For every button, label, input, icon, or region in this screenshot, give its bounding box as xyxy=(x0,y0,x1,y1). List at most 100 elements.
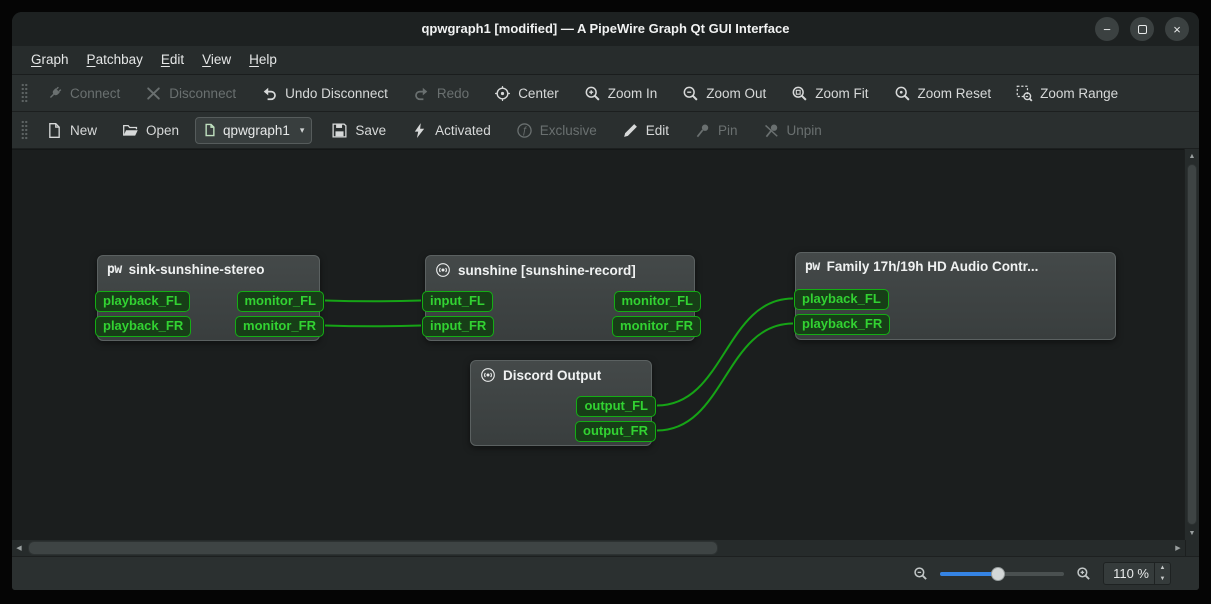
lightning-bolt-icon xyxy=(414,122,425,138)
node-header: pw sink-sunshine-stereo xyxy=(98,256,319,279)
center-button[interactable]: Center xyxy=(485,80,568,107)
node-sink-sunshine-stereo[interactable]: pw sink-sunshine-stereo playback_FL play… xyxy=(95,255,324,341)
port-playback_FR[interactable]: playback_FR xyxy=(794,314,891,335)
disconnect-label: Disconnect xyxy=(169,85,237,101)
menu-help[interactable]: Help xyxy=(240,46,286,74)
port-monitor_FL[interactable]: monitor_FL xyxy=(236,291,324,312)
spin-down-arrow-icon[interactable]: ▼ xyxy=(1155,574,1170,585)
connection-sink-sunshine-stereo:monitor_FL-to-sunshine:input_FL[interactable] xyxy=(324,299,422,303)
port-playback_FL[interactable]: playback_FL xyxy=(794,289,889,310)
connect-label: Connect xyxy=(70,85,121,101)
pipewire-icon: pw xyxy=(805,259,820,274)
menu-patchbay-mnemonic: P xyxy=(86,52,96,67)
menu-graph[interactable]: Graph xyxy=(22,46,78,74)
horizontal-scrollbar[interactable]: ◀ ▶ xyxy=(12,540,1185,556)
menu-graph-mnemonic: G xyxy=(31,52,42,67)
menu-edit[interactable]: Edit xyxy=(152,46,193,74)
pin-button[interactable]: Pin xyxy=(685,117,747,144)
zoom-out-magnifier-icon[interactable] xyxy=(913,566,928,581)
connection-sink-sunshine-stereo:monitor_FR-to-sunshine:input_FR[interactable] xyxy=(324,324,422,328)
unpin-label: Unpin xyxy=(786,122,822,138)
menu-edit-mnemonic: E xyxy=(160,52,170,67)
horizontal-scrollbar-thumb[interactable] xyxy=(28,541,718,555)
chevron-down-icon: ▾ xyxy=(299,124,305,135)
zoom-reset-button[interactable]: Zoom Reset xyxy=(885,80,1001,107)
vertical-scrollbar[interactable]: ▲ ▼ xyxy=(1184,149,1199,540)
menu-view[interactable]: View xyxy=(193,46,240,74)
new-button[interactable]: New xyxy=(37,117,106,144)
node-sunshine-record[interactable]: sunshine [sunshine-record] input_FL inpu… xyxy=(422,255,701,341)
zoom-in-magnifier-icon[interactable] xyxy=(1076,566,1091,581)
menu-help-label: elp xyxy=(258,52,277,67)
node-header: pw Family 17h/19h HD Audio Contr... xyxy=(796,253,1115,276)
scroll-right-arrow-icon[interactable]: ▶ xyxy=(1171,540,1185,556)
port-playback_FR[interactable]: playback_FR xyxy=(95,316,192,337)
zoom-slider-handle[interactable] xyxy=(991,566,1005,581)
activated-button[interactable]: Activated xyxy=(402,117,500,144)
zoom-in-button[interactable]: Zoom In xyxy=(575,80,667,107)
exclusive-button[interactable]: ƒ Exclusive xyxy=(507,117,606,144)
spin-buttons: ▲ ▼ xyxy=(1154,563,1170,584)
edit-pencil-icon xyxy=(623,123,637,137)
pipewire-icon: pw xyxy=(107,262,122,277)
node-family-hd-audio[interactable]: pw Family 17h/19h HD Audio Contr... play… xyxy=(794,252,1116,340)
port-monitor_FR[interactable]: monitor_FR xyxy=(612,316,701,337)
vertical-scrollbar-thumb[interactable] xyxy=(1187,164,1197,525)
main-area: pw sink-sunshine-stereo playback_FL play… xyxy=(12,149,1199,540)
maximize-button[interactable] xyxy=(1130,17,1154,41)
menu-view-label: iew xyxy=(210,52,232,67)
undo-icon xyxy=(263,87,278,102)
zoom-out-button[interactable]: Zoom Out xyxy=(673,80,775,107)
zoom-percent-spinbox[interactable]: 110 % ▲ ▼ xyxy=(1103,562,1171,585)
patchbay-preset-combobox[interactable]: qpwgraph1 ▾ xyxy=(195,116,313,144)
disconnect-button[interactable]: Disconnect xyxy=(136,80,245,107)
disconnect-icon xyxy=(145,85,162,102)
svg-text:ƒ: ƒ xyxy=(521,125,527,136)
statusbar: 110 % ▲ ▼ xyxy=(12,556,1199,590)
edit-button[interactable]: Edit xyxy=(613,117,678,144)
pin-icon xyxy=(694,124,709,139)
zoom-slider[interactable] xyxy=(940,566,1064,582)
zoom-fit-button[interactable]: Zoom Fit xyxy=(782,80,877,107)
menu-patchbay[interactable]: Patchbay xyxy=(78,46,152,74)
port-output_FR[interactable]: output_FR xyxy=(575,421,656,442)
port-input_FR[interactable]: input_FR xyxy=(422,316,495,337)
center-target-icon xyxy=(494,85,511,102)
node-title: sink-sunshine-stereo xyxy=(128,262,265,277)
unpin-button[interactable]: Unpin xyxy=(754,117,831,144)
undo-disconnect-button[interactable]: Undo Disconnect xyxy=(252,80,397,107)
scroll-down-arrow-icon[interactable]: ▼ xyxy=(1185,526,1199,540)
open-button[interactable]: Open xyxy=(113,117,188,144)
port-monitor_FL[interactable]: monitor_FL xyxy=(613,291,701,312)
port-input_FL[interactable]: input_FL xyxy=(422,291,493,312)
minimize-button[interactable]: − xyxy=(1095,17,1119,41)
maximize-icon xyxy=(1137,24,1147,34)
open-folder-icon xyxy=(122,122,138,136)
connect-button[interactable]: Connect xyxy=(37,80,129,107)
port-output_FL[interactable]: output_FL xyxy=(576,396,656,417)
close-button[interactable]: × xyxy=(1165,17,1189,41)
zoom-fit-label: Zoom Fit xyxy=(815,85,869,101)
save-button[interactable]: Save xyxy=(322,117,395,144)
pin-label: Pin xyxy=(718,122,738,138)
zoom-range-button[interactable]: Zoom Range xyxy=(1007,80,1127,107)
node-title: Discord Output xyxy=(503,367,602,383)
open-label: Open xyxy=(146,122,180,138)
graph-canvas[interactable]: pw sink-sunshine-stereo playback_FL play… xyxy=(12,149,1184,540)
zoom-percent-value[interactable]: 110 % xyxy=(1104,563,1154,584)
scroll-left-arrow-icon[interactable]: ◀ xyxy=(12,540,26,556)
scrollbar-corner xyxy=(1185,540,1199,556)
scroll-up-arrow-icon[interactable]: ▲ xyxy=(1185,149,1199,163)
node-discord-output[interactable]: Discord Output output_FL output_FR xyxy=(470,360,656,446)
port-playback_FL[interactable]: playback_FL xyxy=(95,291,190,312)
zoom-in-label: Zoom In xyxy=(607,85,658,101)
unpin-icon xyxy=(763,124,780,139)
zoom-out-icon xyxy=(682,85,699,102)
spin-up-arrow-icon[interactable]: ▲ xyxy=(1155,563,1170,574)
toolbar-drag-handle[interactable] xyxy=(21,120,28,140)
menubar: Graph Patchbay Edit View Help xyxy=(12,46,1199,75)
toolbar-drag-handle[interactable] xyxy=(21,83,28,103)
port-monitor_FR[interactable]: monitor_FR xyxy=(235,316,324,337)
node-header: Discord Output xyxy=(471,361,651,385)
redo-button[interactable]: Redo xyxy=(404,80,478,107)
